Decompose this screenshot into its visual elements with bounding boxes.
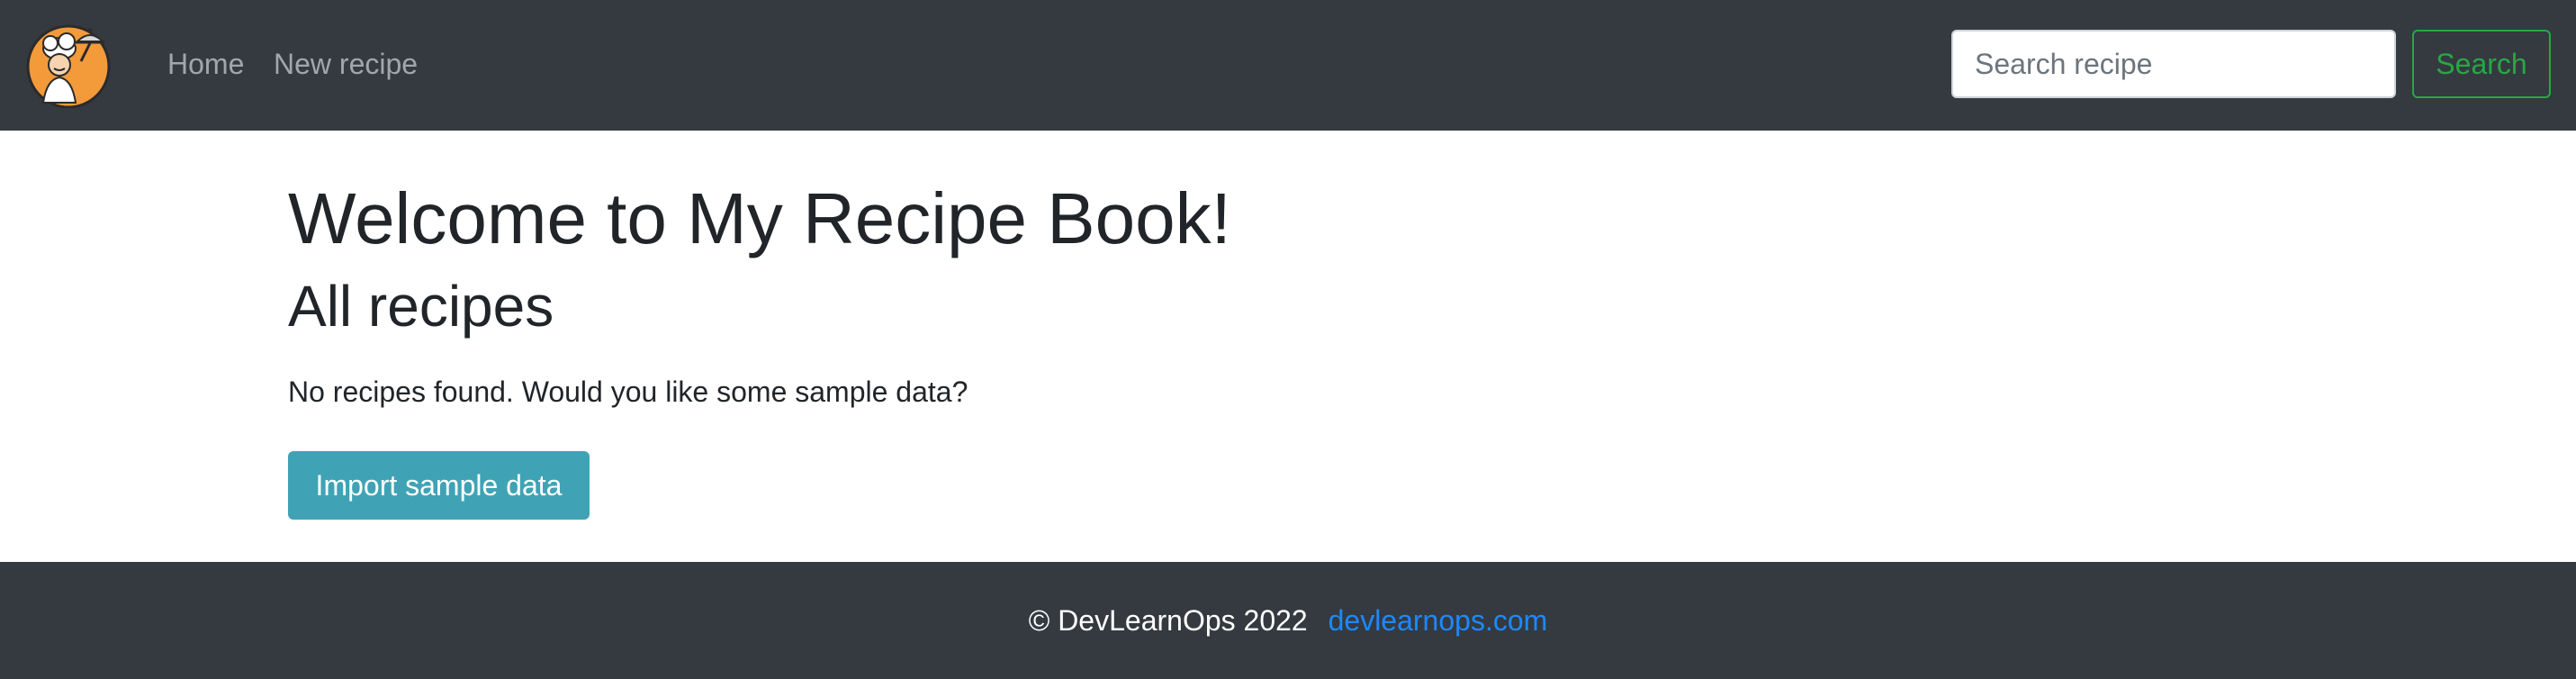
nav-new-recipe-link[interactable]: New recipe [274, 45, 418, 83]
search-button[interactable]: Search [2412, 30, 2551, 98]
all-recipes-heading: All recipes [288, 274, 554, 339]
footer-website-link[interactable]: devlearnops.com [1329, 604, 1548, 637]
footer-copyright: © DevLearnOps 2022 [1028, 604, 1308, 637]
page-title: Welcome to My Recipe Book! [288, 178, 1231, 258]
import-sample-data-button[interactable]: Import sample data [288, 451, 590, 520]
search-input[interactable] [1951, 30, 2396, 98]
footer: © DevLearnOps 2022 devlearnops.com [0, 562, 2576, 679]
chef-logo-icon[interactable] [25, 22, 115, 108]
top-navbar: Home New recipe Search [0, 0, 2576, 131]
nav-home-link[interactable]: Home [167, 45, 244, 83]
empty-state-message: No recipes found. Would you like some sa… [288, 376, 968, 408]
